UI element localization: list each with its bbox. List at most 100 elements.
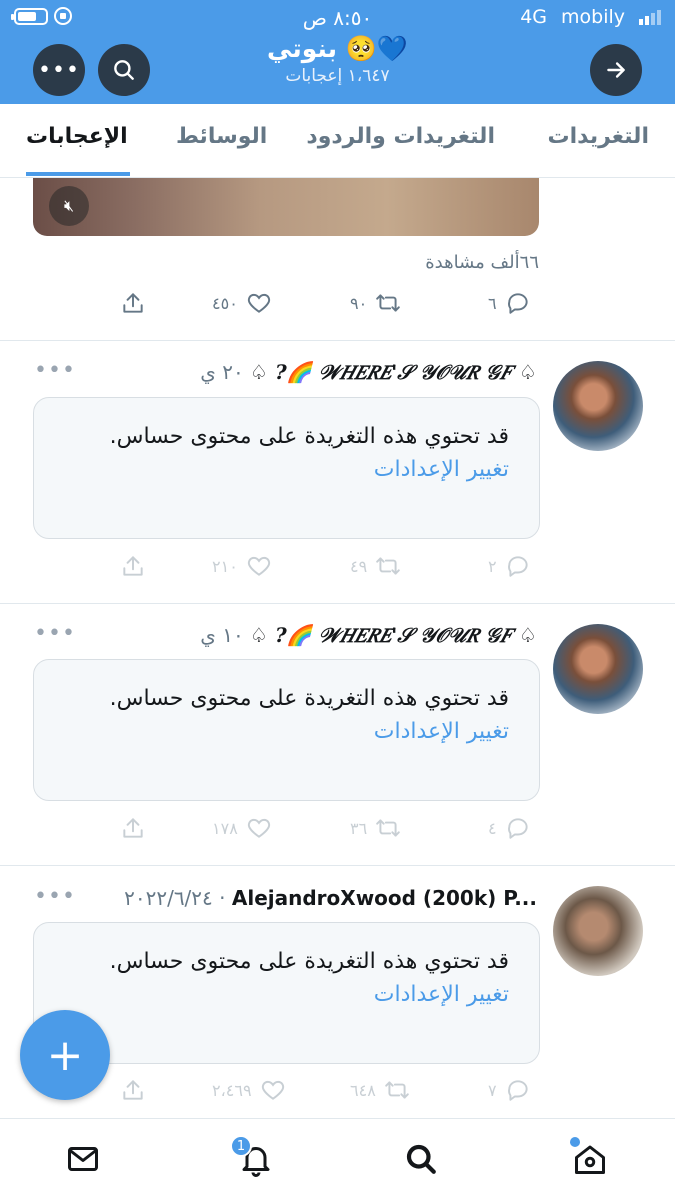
like-count: ٢١٠ xyxy=(212,556,238,576)
compose-tweet-button[interactable]: + xyxy=(20,1010,110,1100)
retweet-button[interactable]: ٦٤٨ xyxy=(350,1077,410,1103)
plus-icon: + xyxy=(46,1029,84,1081)
profile-title: بنوتي 🥺💙 xyxy=(267,34,408,63)
tweet-time: ٢٠٢٢/٦/٢٤ · xyxy=(124,886,226,910)
tab-likes[interactable]: الإعجابات xyxy=(26,124,128,149)
tab-media[interactable]: الوسائط xyxy=(176,124,267,149)
retweet-button[interactable]: ٩٠ xyxy=(350,290,401,316)
tweet-actions: ٢،٤٦٩ ٦٤٨ ٧ xyxy=(120,1077,540,1107)
tweet-more-button[interactable]: ••• xyxy=(34,358,76,383)
reply-count: ٢ xyxy=(488,556,497,576)
tweet-time: ١٠ ي xyxy=(200,623,244,647)
profile-tabs: التغريدات التغريدات والردود الوسائط الإع… xyxy=(0,104,675,178)
reply-count: ٧ xyxy=(488,1080,497,1100)
retweet-button[interactable]: ٣٦ xyxy=(350,815,401,841)
change-settings-link[interactable]: تغيير الإعدادات xyxy=(64,454,509,486)
reply-icon xyxy=(507,556,528,577)
reply-icon xyxy=(507,818,528,839)
reply-button[interactable]: ٢ xyxy=(488,553,531,579)
new-content-dot xyxy=(570,1137,580,1147)
speaker-muted-icon: 🔇︎ xyxy=(63,196,75,215)
avatar[interactable] xyxy=(553,361,643,451)
reply-icon xyxy=(507,293,528,314)
tweet-time: ٢٠ ي xyxy=(200,360,244,384)
nav-messages[interactable] xyxy=(63,1139,103,1179)
view-count: ٦٦ألف مشاهدة xyxy=(425,252,539,273)
signal-icon xyxy=(639,9,661,25)
like-count: ٤٥٠ xyxy=(212,293,238,313)
like-button[interactable]: ٢١٠ xyxy=(212,553,272,579)
share-icon xyxy=(123,1080,143,1100)
like-button[interactable]: ٢،٤٦٩ xyxy=(212,1077,286,1103)
nav-home[interactable] xyxy=(570,1137,610,1179)
retweet-icon xyxy=(376,294,400,312)
sensitive-content-notice: قد تحتوي هذه التغريدة على محتوى حساس. تغ… xyxy=(33,659,540,801)
heart-icon xyxy=(247,818,270,838)
more-icon: ••• xyxy=(34,621,76,646)
sensitive-message: قد تحتوي هذه التغريدة على محتوى حساس. xyxy=(109,424,509,449)
retweet-count: ٤٩ xyxy=(350,556,368,576)
avatar[interactable] xyxy=(553,886,643,976)
share-icon xyxy=(123,556,143,576)
tweet-actions: ١٧٨ ٣٦ ٤ xyxy=(120,815,540,845)
tweet-divider xyxy=(0,865,675,866)
status-bar: ٨:٥٠ ص 4G mobily xyxy=(0,0,675,36)
like-count: ١٧٨ xyxy=(212,818,238,838)
change-settings-link[interactable]: تغيير الإعدادات xyxy=(64,716,509,748)
retweet-count: ٩٠ xyxy=(350,293,368,313)
likes-count: ١،٦٤٧ إعجابات xyxy=(285,66,390,86)
tab-tweets-replies[interactable]: التغريدات والردود xyxy=(306,124,495,149)
author-name[interactable]: ♤ ?🌈 𝒲𝐻𝐸𝑅𝐸'𝒮 𝒴𝒪𝒰𝑅 𝒢𝐹 ♤ xyxy=(250,360,537,384)
tweet-header: ١٠ ي ♤ ?🌈 𝒲𝐻𝐸𝑅𝐸'𝒮 𝒴𝒪𝒰𝑅 𝒢𝐹 ♤ xyxy=(200,623,537,647)
heart-icon xyxy=(261,1080,284,1100)
arrow-right-icon xyxy=(607,62,625,78)
sensitive-message: قد تحتوي هذه التغريدة على محتوى حساس. xyxy=(109,686,509,711)
sensitive-message: قد تحتوي هذه التغريدة على محتوى حساس. xyxy=(109,949,509,974)
network-type: 4G xyxy=(520,6,547,28)
like-button[interactable]: ٤٥٠ xyxy=(212,290,272,316)
reply-count: ٦ xyxy=(488,293,497,313)
mute-button[interactable]: 🔇︎ xyxy=(49,186,89,226)
share-button[interactable] xyxy=(120,815,146,841)
like-button[interactable]: ١٧٨ xyxy=(212,815,272,841)
mail-icon xyxy=(68,1147,98,1171)
reply-button[interactable]: ٤ xyxy=(488,815,531,841)
retweet-icon xyxy=(384,1081,409,1099)
carrier-name: mobily xyxy=(561,6,625,28)
search-icon xyxy=(406,1144,436,1174)
video-media[interactable]: 🔇︎ xyxy=(33,178,539,236)
avatar[interactable] xyxy=(553,624,643,714)
retweet-count: ٦٤٨ xyxy=(350,1080,376,1100)
tweet-more-button[interactable]: ••• xyxy=(34,884,76,909)
heart-icon xyxy=(247,556,270,576)
author-name[interactable]: ♤ ?🌈 𝒲𝐻𝐸𝑅𝐸'𝒮 𝒴𝒪𝒰𝑅 𝒢𝐹 ♤ xyxy=(250,623,537,647)
share-icon xyxy=(123,818,143,838)
reply-button[interactable]: ٧ xyxy=(488,1077,531,1103)
retweet-icon xyxy=(376,819,400,837)
reply-button[interactable]: ٦ xyxy=(488,290,531,316)
sensitive-content-notice: قد تحتوي هذه التغريدة على محتوى حساس. تغ… xyxy=(33,397,540,539)
share-button[interactable] xyxy=(120,1077,146,1103)
tweet-actions: ٢١٠ ٤٩ ٢ xyxy=(120,553,540,583)
more-icon: ••• xyxy=(34,884,76,909)
tweet-more-button[interactable]: ••• xyxy=(34,621,76,646)
tweet-header: ٢٠ ي ♤ ?🌈 𝒲𝐻𝐸𝑅𝐸'𝒮 𝒴𝒪𝒰𝑅 𝒢𝐹 ♤ xyxy=(200,360,537,384)
sensitive-content-notice: قد تحتوي هذه التغريدة على محتوى حساس. تغ… xyxy=(33,922,540,1064)
share-icon xyxy=(123,293,143,313)
like-count: ٢،٤٦٩ xyxy=(212,1080,252,1100)
change-settings-link[interactable]: تغيير الإعدادات xyxy=(64,979,509,1011)
reply-icon xyxy=(507,1080,528,1101)
heart-icon xyxy=(247,293,270,313)
tweet-divider xyxy=(0,340,675,341)
share-button[interactable] xyxy=(120,553,146,579)
more-icon: ••• xyxy=(34,358,76,383)
author-name[interactable]: AlejandroXwood (200k) P... xyxy=(232,886,537,910)
status-right: 4G mobily xyxy=(520,6,661,28)
tweet-actions: ٤٥٠ ٩٠ ٦ xyxy=(120,290,540,320)
tab-tweets[interactable]: التغريدات xyxy=(547,124,649,149)
share-button[interactable] xyxy=(120,290,146,316)
back-button[interactable] xyxy=(590,44,642,96)
nav-search[interactable] xyxy=(401,1139,441,1179)
retweet-button[interactable]: ٤٩ xyxy=(350,553,401,579)
nav-notifications[interactable]: 1 xyxy=(230,1135,276,1179)
